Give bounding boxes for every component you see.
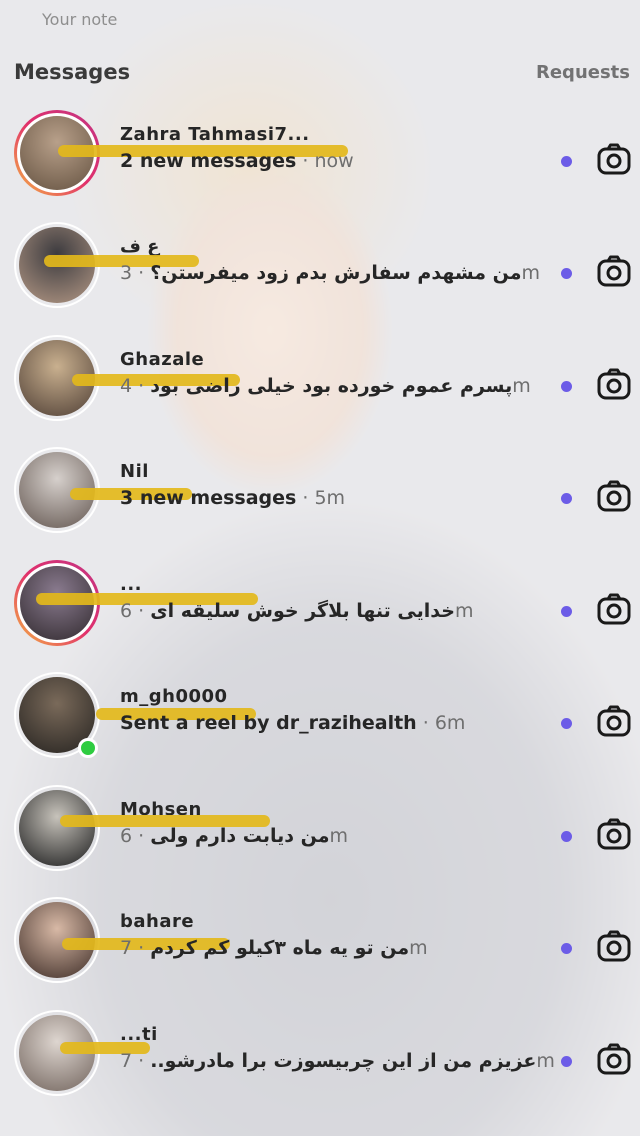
message-preview: 2 new messages · now [120, 150, 354, 172]
messages-screen: Your note Messages Requests Zahra Tahmas… [0, 0, 640, 1136]
thread-row[interactable]: Zahra Tahmasi7... 2 new messages · now [0, 104, 640, 216]
camera-icon[interactable] [596, 1042, 632, 1078]
thread-row[interactable]: ... خدایی تنها بلاگر خوش سلیقه ای · 6m [0, 554, 640, 666]
preview-separator: · [132, 375, 151, 397]
preview-time: 5m [314, 487, 346, 509]
camera-icon[interactable] [596, 479, 632, 515]
thread-row[interactable]: Mohsen من دیابت دارم ولی · 6m [0, 779, 640, 891]
thread-username: ... [120, 574, 143, 595]
avatar[interactable] [14, 785, 100, 871]
camera-icon[interactable] [596, 704, 632, 740]
camera-icon[interactable] [596, 142, 632, 178]
thread-username: m_gh0000 [120, 686, 228, 707]
unread-dot [561, 943, 572, 954]
preview-text: من مشهدم سفارش بدم زود میفرستن؟ [150, 262, 522, 284]
thread-username: Zahra Tahmasi7... [120, 124, 310, 145]
message-preview: Sent a reel by dr_razihealth · 6m [120, 712, 465, 734]
camera-icon[interactable] [596, 929, 632, 965]
preview-separator: · [296, 487, 315, 509]
message-preview: 3 new messages · 5m [120, 487, 345, 509]
preview-separator: · [132, 825, 151, 847]
preview-text: 2 new messages [120, 150, 297, 172]
preview-text: پسرم عموم خورده بود خیلی راضی بود [150, 375, 513, 397]
thread-username: Nil [120, 461, 149, 482]
preview-separator: · [132, 600, 151, 622]
unread-dot [561, 381, 572, 392]
preview-text: خدایی تنها بلاگر خوش سلیقه ای [150, 600, 455, 622]
camera-icon[interactable] [596, 254, 632, 290]
preview-text: من دیابت دارم ولی [150, 825, 330, 847]
page-title: Messages [14, 60, 131, 84]
unread-dot [561, 606, 572, 617]
avatar-photo [19, 790, 95, 866]
message-preview: خدایی تنها بلاگر خوش سلیقه ای · 6m [120, 600, 474, 622]
messages-header: Messages Requests [14, 58, 630, 90]
thread-username: bahare [120, 911, 195, 932]
message-preview: من دیابت دارم ولی · 6m [120, 825, 348, 847]
thread-row[interactable]: m_gh0000 Sent a reel by dr_razihealth · 6… [0, 666, 640, 778]
preview-separator: · [132, 937, 151, 959]
camera-icon[interactable] [596, 592, 632, 628]
thread-username: ع ف [120, 236, 160, 257]
preview-time: 6m [434, 712, 466, 734]
preview-text: Sent a reel by dr_razihealth [120, 712, 417, 734]
preview-text: من تو یه ماه ۳کیلو کم کردم [150, 937, 410, 959]
preview-separator: · [132, 262, 151, 284]
preview-time: now [314, 150, 354, 172]
preview-text: 3 new messages [120, 487, 297, 509]
thread-row[interactable]: Ghazale پسرم عموم خورده بود خیلی راضی بود… [0, 329, 640, 441]
online-indicator [78, 738, 98, 758]
unread-dot [561, 493, 572, 504]
thread-row[interactable]: bahare من تو یه ماه ۳کیلو کم کردم · 7m [0, 891, 640, 1003]
message-preview: عزیزم من از این چربیسوزت برا مادرشو.. · … [120, 1050, 555, 1072]
thread-row[interactable]: ع ف من مشهدم سفارش بدم زود میفرستن؟ · 3m [0, 216, 640, 328]
unread-dot [561, 156, 572, 167]
thread-username: Ghazale [120, 349, 205, 370]
your-note-label[interactable]: Your note [42, 10, 117, 29]
unread-dot [561, 831, 572, 842]
preview-separator: · [132, 1050, 151, 1072]
preview-separator: · [296, 150, 315, 172]
preview-separator: · [416, 712, 435, 734]
message-preview: من تو یه ماه ۳کیلو کم کردم · 7m [120, 937, 428, 959]
requests-link[interactable]: Requests [536, 62, 630, 83]
message-preview: من مشهدم سفارش بدم زود میفرستن؟ · 3m [120, 262, 540, 284]
unread-dot [561, 268, 572, 279]
camera-icon[interactable] [596, 817, 632, 853]
thread-row[interactable]: Nil 3 new messages · 5m [0, 441, 640, 553]
unread-dot [561, 718, 572, 729]
unread-dot [561, 1056, 572, 1067]
thread-row[interactable]: ...ti عزیزم من از این چربیسوزت برا مادرشو… [0, 1004, 640, 1116]
message-preview: پسرم عموم خورده بود خیلی راضی بود · 4m [120, 375, 531, 397]
preview-text: عزیزم من از این چربیسوزت برا مادرشو.. [150, 1050, 537, 1072]
camera-icon[interactable] [596, 367, 632, 403]
